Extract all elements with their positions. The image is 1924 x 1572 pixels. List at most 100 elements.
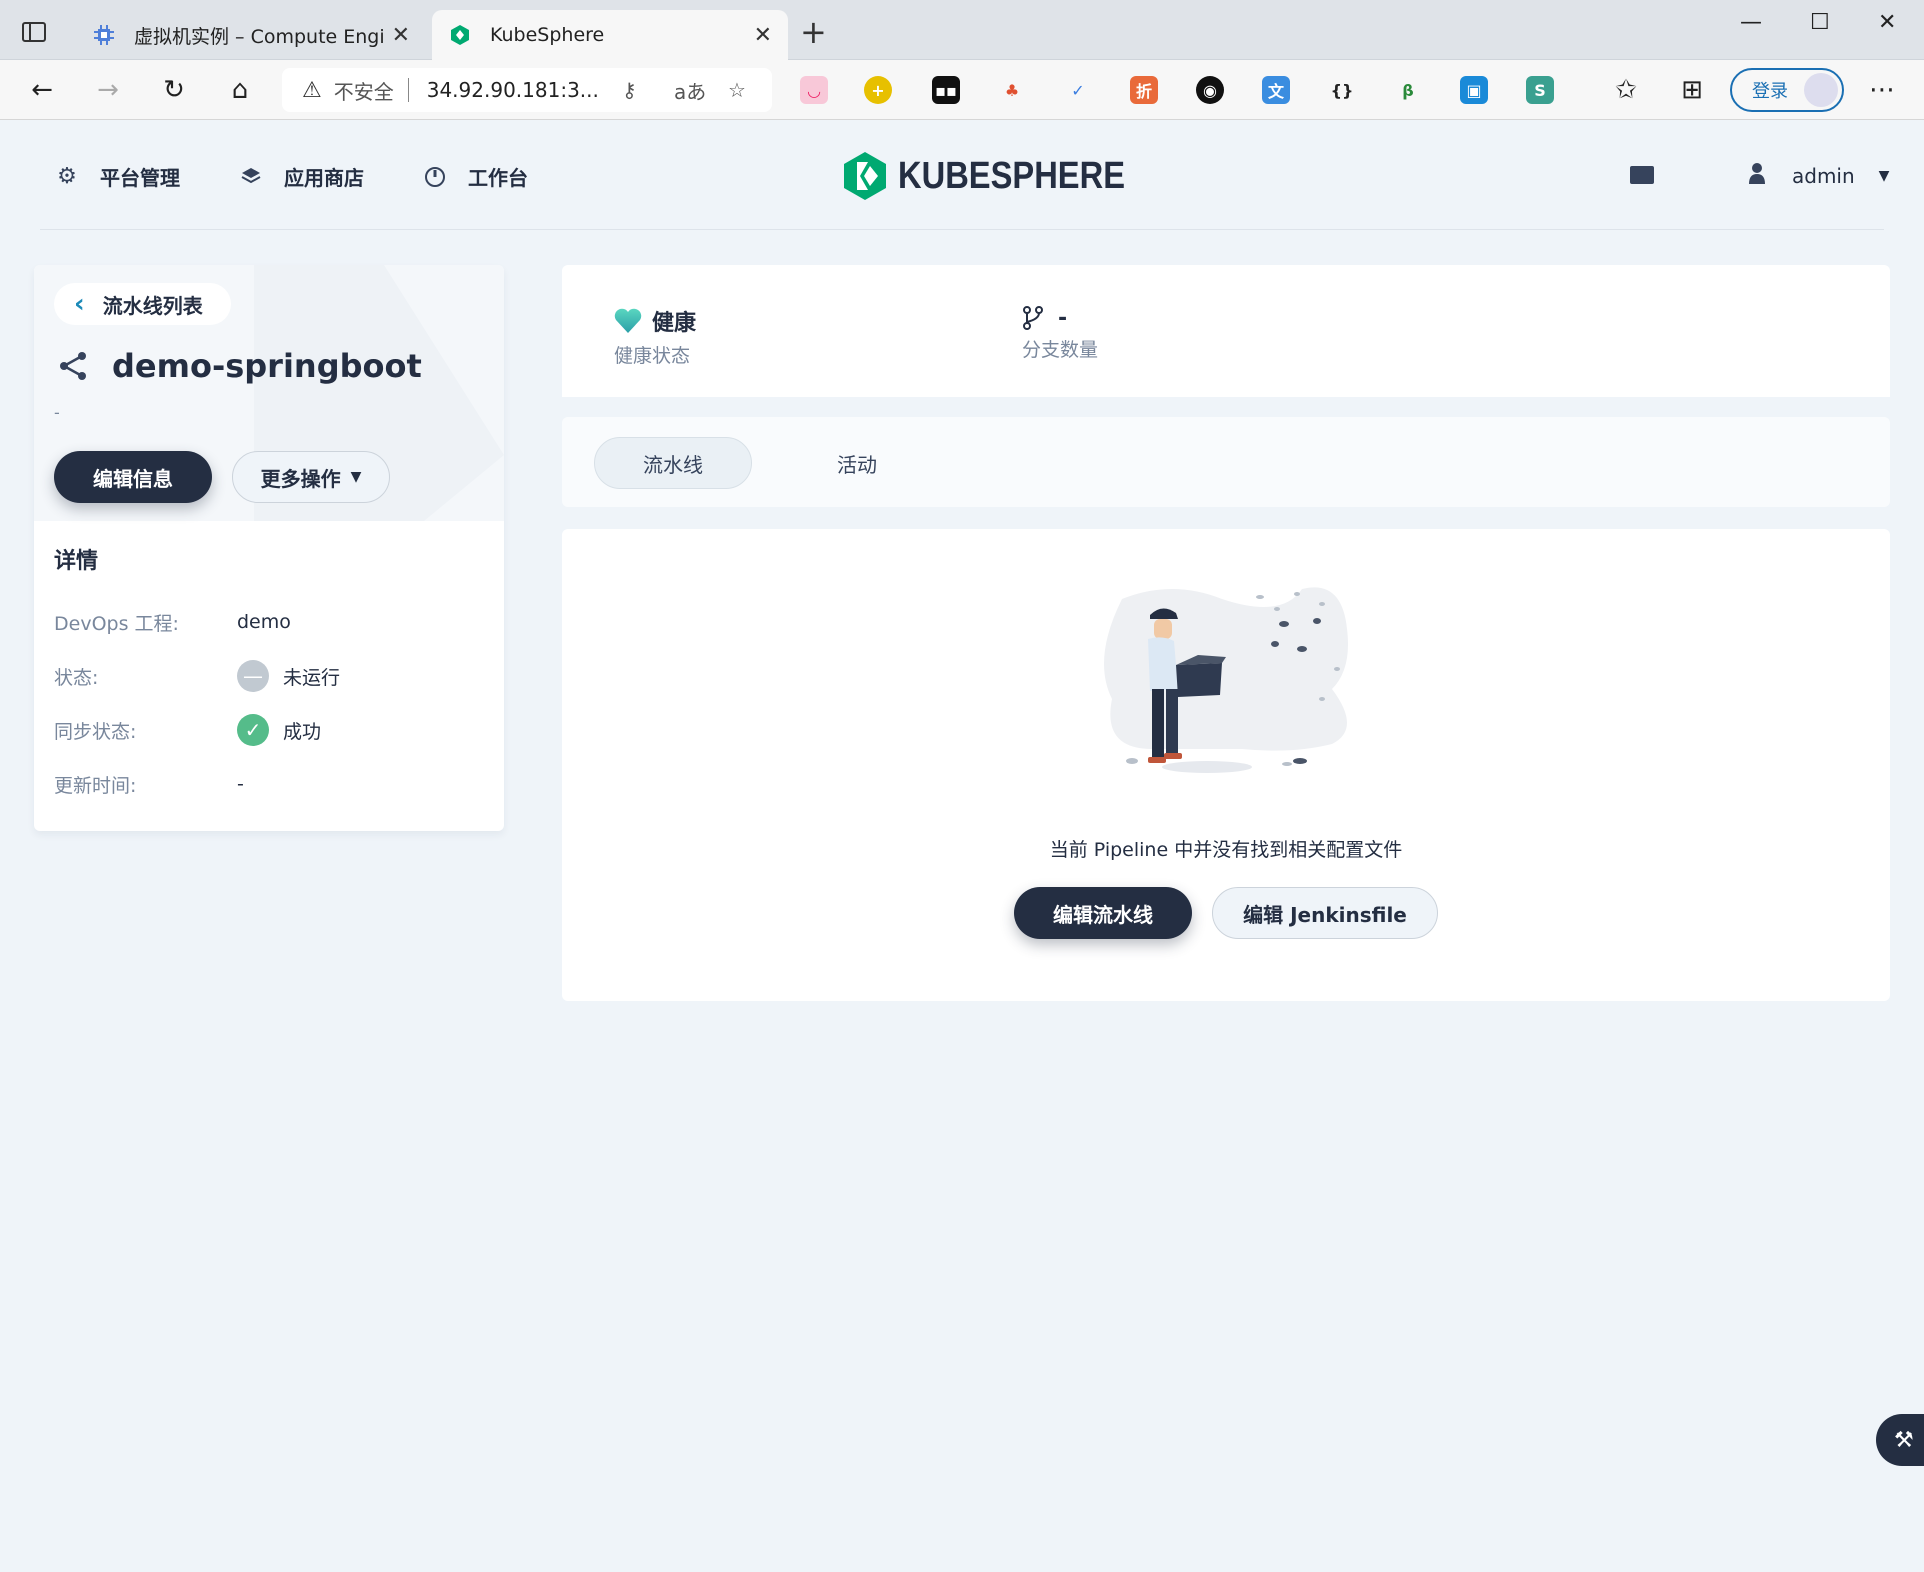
branch-icon [1023,306,1043,330]
signin-button[interactable]: 登录 [1730,68,1844,112]
favorites-icon[interactable]: ✩ [1608,72,1644,108]
heart-icon [614,308,642,333]
chevron-down-icon: ▼ [1878,167,1890,184]
security-label: 不安全 [333,79,394,104]
health-stat: 健康 健康状态 [614,305,696,368]
more-operations-button[interactable]: 更多操作 ▼ [232,451,390,503]
tab-extension-icon[interactable]: ▪▪ [932,76,960,104]
tab-title: 虚拟机实例 – Compute Engine – [134,25,384,48]
empty-box-illustration [1104,587,1348,773]
browser-tab-kubesphere[interactable]: KubeSphere ✕ [432,10,788,60]
screen-extension-icon[interactable]: ▣ [1460,76,1488,104]
detail-key: 状态: [54,666,99,689]
pipeline-stats: 健康 健康状态 - 分支数量 [562,265,1890,397]
kubesphere-favicon-icon [448,23,472,47]
back-icon[interactable]: ← [24,72,60,108]
user-icon [1748,162,1766,189]
pipeline-content: 当前 Pipeline 中并没有找到相关配置文件 编辑流水线 编辑 Jenkin… [562,529,1890,1001]
check-extension-icon[interactable]: ✓ [1064,76,1092,104]
tab-title: KubeSphere [490,24,605,46]
detail-row-sync-status: 同步状态: ✓ 成功 [54,714,484,746]
close-icon[interactable]: ✕ [392,23,410,48]
username: admin [1792,163,1855,188]
kubesphere-logo[interactable]: KUBESPHERE [844,152,1162,200]
home-icon[interactable]: ⌂ [222,72,258,108]
logo-text: KUBESPHERE [898,154,1125,197]
pipeline-info-card: ‹ 流水线列表 demo-springboot - 编辑信息 更多操作 ▼ 详情… [34,265,504,831]
avatar [1804,73,1838,107]
button-label: 编辑 Jenkinsfile [1243,902,1407,927]
details-title: 详情 [54,549,99,574]
detail-key: 更新时间: [54,774,137,797]
hammer-icon: ⚒ [1894,1427,1914,1453]
tree-extension-icon[interactable]: ♣ [998,76,1026,104]
record-extension-icon[interactable]: ◉ [1196,76,1224,104]
browser-toolbar: ← → ↻ ⌂ ⚠ 不安全 34.92.90.181:3... ⚷ aあ ☆ ◡… [0,60,1924,120]
docs-icon[interactable] [1630,166,1654,184]
braces-extension-icon[interactable]: {} [1328,76,1356,104]
user-menu[interactable]: admin ▼ [1748,162,1889,189]
not-running-icon: — [237,660,269,692]
button-label: 编辑流水线 [1053,902,1153,927]
edit-jenkinsfile-button[interactable]: 编辑 Jenkinsfile [1212,887,1438,939]
chevron-left-icon: ‹ [74,289,85,319]
branch-count-stat: - 分支数量 [1022,305,1098,362]
cat-extension-icon[interactable]: ◡ [800,76,828,104]
nav-app-store[interactable]: 应用商店 [238,162,364,191]
toolbox-button[interactable]: ⚒ [1876,1414,1924,1466]
maximize-icon[interactable]: ☐ [1810,10,1830,35]
edit-pipeline-button[interactable]: 编辑流水线 [1014,887,1192,939]
health-value: 健康 [652,311,697,336]
nav-workbench[interactable]: 工作台 [422,162,528,191]
address-bar[interactable]: ⚠ 不安全 34.92.90.181:3... ⚷ aあ ☆ [282,68,772,112]
plus-extension-icon[interactable]: + [864,76,892,104]
signin-label: 登录 [1752,81,1788,102]
collections-icon[interactable]: ⊞ [1674,72,1710,108]
warning-icon: ⚠ [302,77,322,103]
layers-icon [238,164,264,190]
edit-info-button[interactable]: 编辑信息 [54,451,212,503]
pipeline-icon [60,352,86,380]
health-label: 健康状态 [614,345,691,367]
key-icon[interactable]: ⚷ [622,78,637,102]
button-label: 更多操作 [260,466,341,491]
tab-pipeline[interactable]: 流水线 [594,437,752,489]
more-icon[interactable]: ⋯ [1864,72,1900,108]
branch-count-label: 分支数量 [1022,339,1099,361]
detail-key: 同步状态: [54,720,137,743]
caret-down-icon: ▼ [350,469,362,485]
nav-label: 应用商店 [284,166,364,190]
detail-value: 成功 [283,720,322,743]
leaf-extension-icon[interactable]: β [1394,76,1422,104]
tab-actions-icon[interactable] [22,22,46,42]
discount-extension-icon[interactable]: 折 [1130,76,1158,104]
forward-icon[interactable]: → [90,72,126,108]
translate-extension-icon[interactable]: 文 [1262,76,1290,104]
detail-row-devops-project: DevOps 工程: demo [54,607,484,637]
detail-row-update-time: 更新时间: - [54,769,484,799]
back-label: 流水线列表 [102,293,203,318]
minimize-icon[interactable]: — [1740,10,1762,35]
chip-icon [92,23,116,47]
nav-platform-management[interactable]: ⚙ 平台管理 [54,162,180,191]
favorite-add-icon[interactable]: ☆ [728,78,746,102]
back-to-pipeline-list[interactable]: ‹ 流水线列表 [54,283,231,325]
browser-tab-strip: 虚拟机实例 – Compute Engine – ✕ KubeSphere ✕ … [0,0,1924,60]
divider [40,229,1884,230]
empty-message: 当前 Pipeline 中并没有找到相关配置文件 [1049,839,1403,861]
window-close-icon[interactable]: ✕ [1878,10,1896,35]
detail-value: - [237,773,244,795]
s-extension-icon[interactable]: S [1526,76,1554,104]
app-header: ⚙ 平台管理 应用商店 工作台 KUBESPHERE admin ▼ [0,120,1924,230]
new-tab-icon[interactable]: + [800,16,827,48]
refresh-icon[interactable]: ↻ [156,72,192,108]
pipeline-tabs: 流水线 活动 [562,417,1890,507]
tab-activity[interactable]: 活动 [792,437,922,489]
pipeline-title: demo-springboot [58,347,422,385]
gear-icon: ⚙ [57,164,77,189]
close-icon[interactable]: ✕ [754,23,772,48]
nav-label: 平台管理 [100,166,180,190]
browser-tab-compute-engine[interactable]: 虚拟机实例 – Compute Engine – ✕ [76,10,426,60]
branch-count-value: - [1058,305,1068,331]
read-aloud-icon[interactable]: aあ [674,76,706,105]
